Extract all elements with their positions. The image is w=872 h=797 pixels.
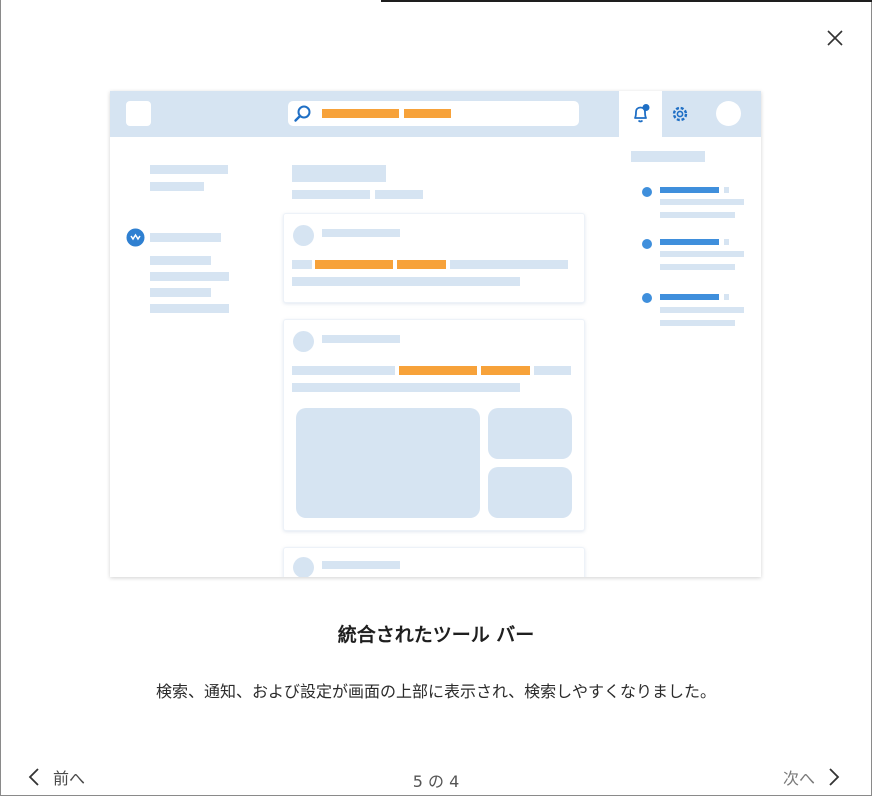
app-logo-placeholder — [126, 101, 151, 126]
nav-placeholder — [150, 165, 228, 174]
text-placeholder — [292, 383, 520, 392]
image-placeholder — [488, 467, 572, 518]
search-highlight — [322, 109, 399, 118]
next-label: 次へ — [782, 769, 815, 788]
text-placeholder — [292, 260, 312, 269]
text-placeholder — [450, 260, 568, 269]
bell-icon — [634, 104, 650, 123]
text-placeholder — [292, 366, 395, 375]
text-placeholder — [322, 229, 400, 237]
avatar — [293, 331, 314, 352]
text-placeholder — [724, 239, 729, 245]
feed-icon — [126, 228, 145, 247]
avatar — [716, 101, 741, 126]
list-title-placeholder — [660, 294, 719, 300]
dialog-description: 検索、通知、および設定が画面の上部に表示され、検索しやすくなりました。 — [155, 682, 716, 701]
text-placeholder — [724, 294, 729, 300]
text-placeholder — [660, 264, 735, 270]
search-highlight — [399, 366, 477, 375]
feed-card — [283, 213, 585, 303]
nav-placeholder — [150, 304, 229, 313]
search-highlight — [404, 109, 451, 118]
toolbar-illustration — [110, 91, 761, 577]
list-title-placeholder — [660, 187, 719, 193]
text-placeholder — [660, 320, 735, 326]
text-placeholder — [292, 277, 520, 286]
nav-placeholder — [150, 288, 211, 297]
text-placeholder — [660, 307, 744, 313]
text-placeholder — [660, 212, 735, 218]
text-placeholder — [322, 335, 400, 343]
onboarding-dialog: 統合されたツール バー 検索、通知、および設定が画面の上部に表示され、検索しやす… — [0, 0, 872, 796]
image-placeholder — [296, 408, 480, 518]
nav-placeholder — [150, 256, 211, 265]
dialog-title: 統合されたツール バー — [337, 624, 535, 646]
list-bullet — [642, 187, 652, 197]
avatar — [293, 557, 314, 577]
text-placeholder — [724, 187, 729, 193]
close-icon — [827, 30, 843, 46]
list-bullet — [642, 293, 652, 303]
image-placeholder — [488, 408, 572, 459]
page-indicator: 5 の 4 — [412, 772, 460, 791]
illustration-bell-tab — [619, 91, 662, 137]
next-button[interactable]: 次へ — [783, 763, 841, 791]
close-button[interactable] — [819, 22, 851, 54]
text-placeholder — [534, 366, 571, 375]
nav-placeholder — [150, 182, 204, 191]
text-placeholder — [322, 561, 400, 569]
chevron-right-icon — [829, 768, 840, 786]
heading-placeholder — [292, 190, 370, 199]
sidebar-heading-placeholder — [631, 151, 705, 162]
illustration-search-box — [288, 101, 579, 126]
gear-icon — [672, 106, 688, 122]
search-highlight — [315, 260, 393, 269]
search-highlight — [481, 366, 530, 375]
feed-card — [283, 319, 585, 531]
feed-card — [283, 547, 585, 577]
list-bullet — [642, 239, 652, 249]
text-placeholder — [660, 251, 744, 257]
list-title-placeholder — [660, 239, 719, 245]
search-highlight — [397, 260, 446, 269]
search-icon — [294, 105, 311, 122]
heading-placeholder — [375, 190, 423, 199]
heading-placeholder — [292, 165, 386, 182]
avatar — [293, 225, 314, 246]
window-edge — [381, 0, 872, 2]
nav-placeholder — [150, 233, 221, 242]
nav-placeholder — [150, 272, 229, 281]
text-placeholder — [660, 199, 744, 205]
